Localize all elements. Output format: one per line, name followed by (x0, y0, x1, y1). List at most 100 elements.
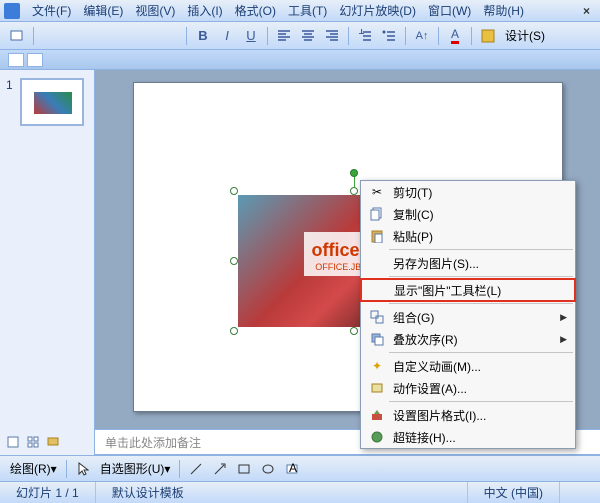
resize-handle-sw[interactable] (230, 327, 238, 335)
textbox-icon[interactable]: A (281, 458, 303, 480)
ctx-paste[interactable]: 粘贴(P) (361, 225, 575, 247)
ctx-separator (389, 401, 573, 402)
order-icon (370, 332, 384, 346)
menu-view[interactable]: 视图(V) (129, 0, 181, 21)
resize-handle-n[interactable] (350, 187, 358, 195)
numbered-list-icon[interactable]: 1 (354, 25, 376, 47)
drawing-toolbar: 绘图(R) ▾ 自选图形(U) ▾ A (0, 455, 600, 481)
bullet-list-icon[interactable] (378, 25, 400, 47)
pane-tab-strip (0, 50, 600, 70)
ctx-save-as-image[interactable]: 另存为图片(S)... (361, 252, 575, 274)
ctx-action-settings[interactable]: 动作设置(A)... (361, 377, 575, 399)
menu-tools[interactable]: 工具(T) (282, 0, 333, 21)
menu-close-icon[interactable]: × (577, 4, 596, 18)
menu-help[interactable]: 帮助(H) (477, 0, 530, 21)
resize-handle-w[interactable] (230, 257, 238, 265)
context-menu: ✂ 剪切(T) 复制(C) 粘贴(P) 另存为图片(S)... 显示"图片"工具… (360, 180, 576, 449)
thumbnail-image (34, 92, 72, 114)
ctx-paste-label: 粘贴(P) (389, 228, 567, 245)
align-center-icon[interactable] (297, 25, 319, 47)
ctx-cut[interactable]: ✂ 剪切(T) (361, 181, 575, 203)
ctx-formatpic-label: 设置图片格式(I)... (389, 407, 567, 424)
status-template: 默认设计模板 (96, 482, 468, 503)
ctx-order-label: 叠放次序(R) (389, 331, 560, 348)
autoshape-menu[interactable]: 自选图形(U) ▾ (96, 460, 175, 477)
menu-format[interactable]: 格式(O) (229, 0, 282, 21)
ctx-show-picture-toolbar[interactable]: 显示"图片"工具栏(L) (360, 278, 576, 302)
ctx-format-picture[interactable]: 设置图片格式(I)... (361, 404, 575, 426)
align-right-icon[interactable] (321, 25, 343, 47)
ctx-saveimg-label: 另存为图片(S)... (389, 255, 567, 272)
separator (471, 27, 472, 45)
italic-icon[interactable]: I (216, 25, 238, 47)
menu-insert[interactable]: 插入(I) (181, 0, 228, 21)
separator (405, 27, 406, 45)
resize-handle-nw[interactable] (230, 187, 238, 195)
draw-menu[interactable]: 绘图(R) ▾ (6, 460, 61, 477)
normal-view-icon[interactable] (4, 433, 22, 451)
ctx-separator (389, 249, 573, 250)
status-slide: 幻灯片 1 / 1 (0, 482, 96, 503)
resize-handle-s[interactable] (350, 327, 358, 335)
view-buttons (0, 429, 95, 455)
format-icon (370, 408, 384, 422)
svg-text:A: A (289, 462, 297, 475)
rotation-handle[interactable] (350, 169, 358, 177)
cut-icon: ✂ (372, 185, 382, 199)
status-end (560, 482, 600, 503)
submenu-arrow-icon: ▶ (560, 334, 567, 345)
arrow-icon[interactable] (209, 458, 231, 480)
new-slide-icon[interactable] (6, 25, 28, 47)
design-icon[interactable] (477, 25, 499, 47)
ctx-showtoolbar-label: 显示"图片"工具栏(L) (390, 282, 566, 299)
underline-icon[interactable]: U (240, 25, 262, 47)
ctx-copy-label: 复制(C) (389, 206, 567, 223)
ctx-group[interactable]: 组合(G) ▶ (361, 306, 575, 328)
thumbnail-number: 1 (6, 78, 13, 92)
menu-window[interactable]: 窗口(W) (422, 0, 477, 21)
ctx-hyperlink[interactable]: 超链接(H)... (361, 426, 575, 448)
notes-placeholder: 单击此处添加备注 (105, 434, 201, 451)
status-language: 中文 (中国) (468, 482, 560, 503)
line-icon[interactable] (185, 458, 207, 480)
menubar: 文件(F) 编辑(E) 视图(V) 插入(I) 格式(O) 工具(T) 幻灯片放… (0, 0, 600, 22)
submenu-arrow-icon: ▶ (560, 312, 567, 323)
bold-icon[interactable]: B (192, 25, 214, 47)
oval-icon[interactable] (257, 458, 279, 480)
separator (438, 27, 439, 45)
link-icon (370, 430, 384, 444)
copy-icon (370, 207, 384, 221)
separator (66, 460, 67, 478)
separator (179, 460, 180, 478)
ctx-custom-animation[interactable]: ✦ 自定义动画(M)... (361, 355, 575, 377)
slide-thumbnail[interactable] (20, 78, 84, 126)
app-icon (4, 3, 20, 19)
paste-icon (370, 229, 384, 243)
ctx-cut-label: 剪切(T) (389, 184, 567, 201)
sorter-view-icon[interactable] (24, 433, 42, 451)
font-color-icon[interactable]: A (444, 25, 466, 47)
outline-tab[interactable] (8, 53, 24, 67)
slides-tab[interactable] (27, 53, 43, 67)
action-icon (370, 381, 384, 395)
draw-label: 绘图(R) (10, 460, 51, 477)
ctx-separator (389, 303, 573, 304)
anim-icon: ✦ (372, 359, 382, 373)
slideshow-view-icon[interactable] (44, 433, 62, 451)
ctx-anim-label: 自定义动画(M)... (389, 358, 567, 375)
ctx-separator (389, 352, 573, 353)
select-icon[interactable] (72, 458, 94, 480)
separator (348, 27, 349, 45)
ctx-link-label: 超链接(H)... (389, 429, 567, 446)
design-label: 设计(S) (505, 27, 545, 44)
align-left-icon[interactable] (273, 25, 295, 47)
thumbnail-pane[interactable]: 1 (0, 70, 95, 429)
ctx-copy[interactable]: 复制(C) (361, 203, 575, 225)
design-button[interactable]: 设计(S) (501, 27, 549, 44)
menu-edit[interactable]: 编辑(E) (77, 0, 129, 21)
ctx-order[interactable]: 叠放次序(R) ▶ (361, 328, 575, 350)
rectangle-icon[interactable] (233, 458, 255, 480)
menu-slideshow[interactable]: 幻灯片放映(D) (333, 0, 422, 21)
menu-file[interactable]: 文件(F) (26, 0, 77, 21)
increase-font-icon[interactable]: A↑ (411, 25, 433, 47)
